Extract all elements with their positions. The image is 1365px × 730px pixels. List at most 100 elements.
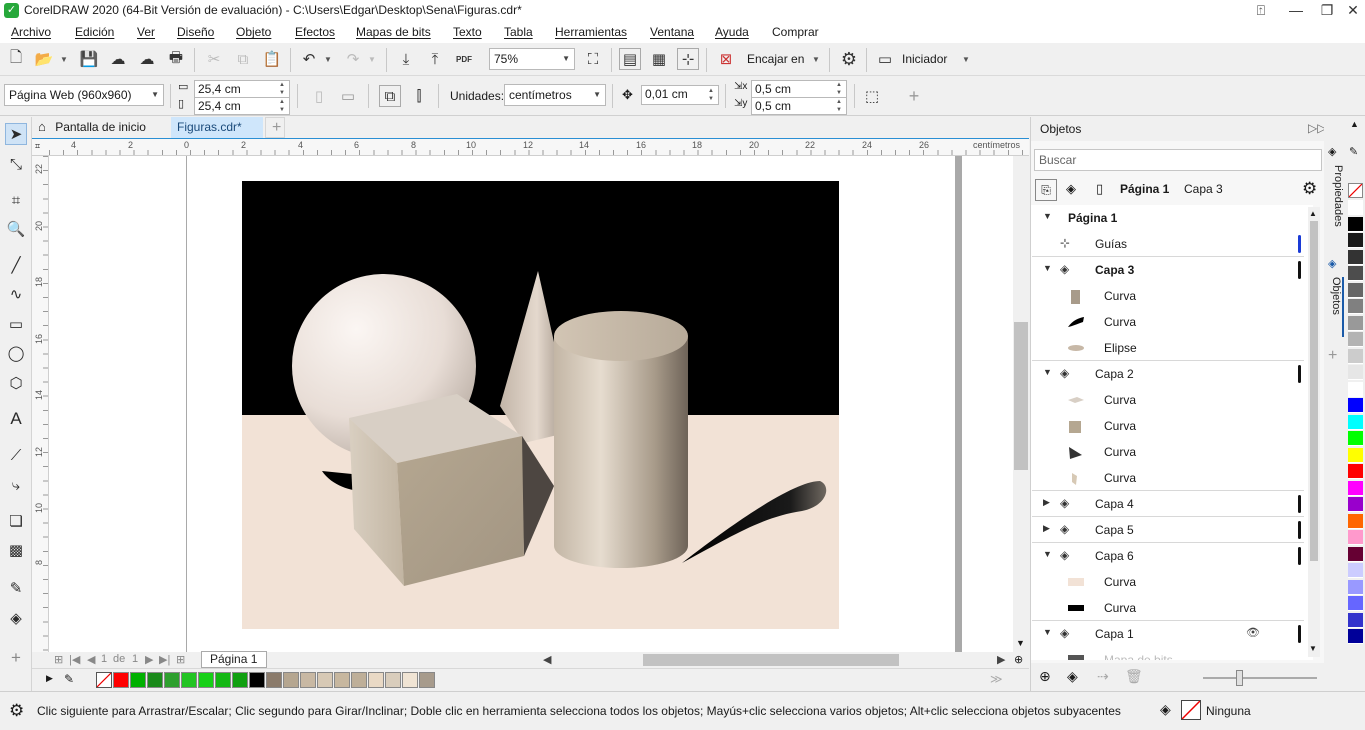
color-swatch[interactable] (1348, 563, 1363, 578)
color-swatch[interactable] (266, 672, 282, 688)
menu-comprar[interactable]: Comprar (772, 25, 819, 39)
color-swatch[interactable] (1348, 513, 1363, 529)
color-swatch[interactable] (1348, 348, 1363, 364)
add-page-icon[interactable]: ⊞ (54, 653, 63, 666)
color-swatch[interactable] (402, 672, 418, 688)
visibility-eye-icon[interactable]: 👁 (1246, 626, 1260, 639)
vertical-ruler[interactable]: 22 20 18 16 14 12 10 8 (32, 156, 49, 652)
object-row[interactable]: Curva (1032, 465, 1308, 491)
tree-scrollbar[interactable]: ▲ ▼ (1308, 207, 1320, 657)
layer-row[interactable]: ▼ ◈ Capa 3 (1032, 257, 1308, 283)
pdf-export-icon[interactable]: PDF (453, 48, 475, 70)
object-row[interactable]: Curva (1032, 283, 1308, 309)
customize-toolbox-icon[interactable]: + (5, 647, 27, 669)
color-swatch[interactable] (334, 672, 350, 688)
palette-menu-icon[interactable]: ▲ (1350, 119, 1359, 129)
export-icon[interactable]: ⤒ (424, 48, 446, 70)
workspace-dropdown-icon[interactable]: ▼ (962, 55, 970, 64)
crop-tool-icon[interactable]: ⌗ (5, 189, 27, 211)
scroll-down-icon[interactable]: ▼ (1016, 638, 1025, 648)
horizontal-ruler[interactable]: ⌗ 4 2 0 2 4 6 8 10 12 14 16 18 20 22 24 … (32, 138, 1029, 156)
vertical-scrollbar[interactable]: ▼ (1013, 156, 1029, 652)
menu-objeto[interactable]: Objeto (236, 25, 271, 39)
new-document-icon[interactable]: 🗋 (5, 48, 27, 70)
color-swatch[interactable] (368, 672, 384, 688)
tab-properties[interactable]: Propiedades (1326, 165, 1344, 235)
objects-search-input[interactable]: Buscar (1034, 149, 1322, 171)
text-tool-icon[interactable]: A (5, 408, 27, 430)
tab-home[interactable]: ⌂ Pantalla de inicio (32, 117, 169, 138)
scroll-left-icon[interactable]: ◀ (543, 653, 551, 666)
tree-scroll-thumb[interactable] (1310, 221, 1318, 561)
all-pages-icon[interactable]: ⧉ (379, 85, 401, 107)
drop-shadow-icon[interactable]: ❏ (5, 510, 27, 532)
color-swatch[interactable] (164, 672, 180, 688)
freehand-tool-icon[interactable]: ╱ (5, 254, 27, 276)
workspace-icon[interactable]: ▭ (874, 48, 896, 70)
thumbnail-size-slider[interactable] (1203, 677, 1317, 679)
collapse-icon[interactable]: ▼ (1043, 211, 1052, 221)
object-row[interactable]: Curva (1032, 309, 1308, 335)
palette-eyedropper-icon[interactable]: ✎ (1349, 145, 1358, 158)
open-icon[interactable]: 📂 (33, 48, 55, 70)
no-color-swatch[interactable] (96, 672, 112, 688)
menu-texto[interactable]: Texto (453, 25, 482, 39)
color-swatch[interactable] (1348, 629, 1363, 644)
color-swatch[interactable] (249, 672, 265, 688)
prev-page-icon[interactable]: ◀ (87, 653, 95, 666)
collapse-icon[interactable]: ▼ (1043, 627, 1052, 637)
color-swatch[interactable] (1348, 612, 1363, 628)
color-swatch[interactable] (1348, 398, 1363, 413)
menu-ventana[interactable]: Ventana (650, 25, 694, 39)
parallel-dimension-icon[interactable]: ⟋ (5, 444, 27, 466)
color-swatch[interactable] (1348, 216, 1363, 232)
first-page-icon[interactable]: |◀ (69, 653, 80, 666)
cloud-upload-icon[interactable]: ☁ (107, 48, 129, 70)
polygon-tool-icon[interactable]: ⬡ (5, 372, 27, 394)
menu-ayuda[interactable]: Ayuda (715, 25, 749, 39)
collapse-icon[interactable]: ▼ (1043, 367, 1052, 377)
tab-objects[interactable]: Objetos (1326, 277, 1344, 337)
new-tab-icon[interactable]: + (265, 117, 285, 138)
horizontal-scroll-thumb[interactable] (643, 654, 899, 666)
cut-icon[interactable]: ✂ (203, 48, 225, 70)
cloud-download-icon[interactable]: ☁ (136, 48, 158, 70)
last-page-icon[interactable]: ▶| (159, 653, 170, 666)
menu-tabla[interactable]: Tabla (504, 25, 533, 39)
eyedropper-tool-icon[interactable]: ✎ (5, 577, 27, 599)
page-preset-select[interactable]: Página Web (960x960) ▼ (4, 84, 164, 106)
no-color-swatch[interactable] (1348, 183, 1363, 198)
scroll-down-icon[interactable]: ▼ (1309, 644, 1317, 653)
page-row[interactable]: ▼ Página 1 (1032, 205, 1308, 231)
delete-icon[interactable]: 🗑 (1125, 668, 1143, 685)
menu-mapas-de-bits[interactable]: Mapas de bits (356, 25, 431, 39)
object-row[interactable]: Mapa de bits (1032, 647, 1308, 660)
snap-to-label[interactable]: Encajar en (747, 52, 804, 66)
duplicate-y-field[interactable]: 0,5 cm ▲ ▼ (751, 97, 847, 115)
transparency-tool-icon[interactable]: ▩ (5, 539, 27, 561)
collapse-icon[interactable]: ▼ (1043, 549, 1052, 559)
page-tab-1[interactable]: Página 1 (201, 651, 267, 668)
color-swatch[interactable] (1348, 315, 1363, 331)
color-swatch[interactable] (351, 672, 367, 688)
add-page-after-icon[interactable]: ⊞ (176, 653, 185, 666)
guidelines-icon[interactable]: ⊹ (677, 48, 699, 70)
add-docker-icon[interactable]: + (1328, 347, 1337, 365)
minimize-button[interactable]: — (1280, 0, 1312, 21)
color-swatch[interactable] (130, 672, 146, 688)
page-height-field[interactable]: 25,4 cm ▲ ▼ (194, 97, 290, 115)
paste-icon[interactable]: 📋 (261, 48, 283, 70)
current-page-icon[interactable]: ⫿ (408, 85, 430, 107)
options-gear-icon[interactable]: ⚙ (838, 48, 860, 70)
color-swatch[interactable] (385, 672, 401, 688)
layers-icon[interactable]: ◈ (1066, 181, 1076, 197)
color-swatch[interactable] (300, 672, 316, 688)
object-row[interactable]: Curva (1032, 569, 1308, 595)
color-swatch[interactable] (1348, 233, 1363, 248)
snap-off-icon[interactable]: ⊠ (715, 48, 737, 70)
duplicate-x-field[interactable]: 0,5 cm ▲ ▼ (751, 80, 847, 98)
object-row[interactable]: Curva (1032, 439, 1308, 465)
redo-dropdown-icon[interactable]: ▼ (368, 55, 376, 64)
color-swatch[interactable] (1348, 431, 1363, 446)
status-settings-gear-icon[interactable]: ⚙ (9, 701, 24, 721)
